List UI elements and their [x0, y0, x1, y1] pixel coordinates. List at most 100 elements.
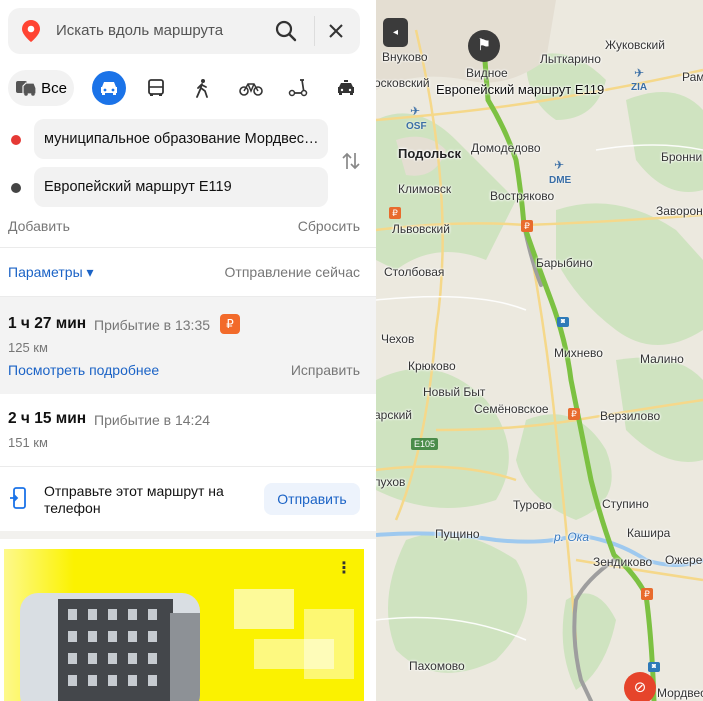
route-fix-link[interactable]: Исправить [291, 362, 360, 378]
map-label: Кашира [627, 526, 671, 540]
to-field[interactable]: Европейский маршрут E119 [34, 167, 328, 207]
ad-image [20, 593, 200, 701]
rail-station-icon: ◙ [557, 317, 569, 327]
map-view[interactable]: ◂ ⚑ ⊘ осковский Внуково Видное Европейск… [376, 0, 703, 701]
mode-bus-button[interactable] [142, 70, 170, 106]
map-label: Зендиково [593, 555, 653, 569]
car-icon [101, 82, 117, 95]
route-point-to[interactable]: Европейский маршрут E119 [8, 167, 368, 207]
bicycle-icon [239, 83, 263, 96]
divider [0, 247, 376, 248]
route-start-pin-icon[interactable]: ⚑ [468, 30, 500, 62]
toll-road-icon: ₽ [220, 314, 240, 334]
route-option-1[interactable]: 1 ч 27 мин Прибытие в 13:35 ₽ 125 км Пос… [0, 297, 376, 394]
toll-marker-icon: ₽ [568, 408, 580, 420]
add-point-button[interactable]: Добавить [8, 218, 70, 234]
map-label: Михнево [554, 346, 603, 360]
map-label: Семёновское [474, 402, 549, 416]
mode-taxi-button[interactable] [332, 70, 360, 106]
mode-bike-button[interactable] [236, 70, 266, 106]
location-pin-icon [22, 20, 40, 42]
map-label: Домодедово [471, 141, 541, 155]
map-label: Малино [640, 352, 684, 366]
route-duration: 1 ч 27 мин [8, 315, 87, 332]
all-modes-icon [16, 81, 37, 96]
toll-marker-icon: ₽ [521, 220, 533, 232]
airport-icon: ✈ [410, 104, 421, 118]
taxi-icon [338, 80, 354, 95]
map-label: арский [376, 408, 413, 422]
route-duration: 2 ч 15 мин [8, 410, 87, 427]
end-dot-icon [11, 183, 21, 193]
parameters-button[interactable]: Параметры ▾ [8, 264, 94, 281]
mode-walk-button[interactable] [188, 70, 216, 106]
mode-car-button[interactable] [92, 71, 126, 105]
ad-menu-icon[interactable]: ⋮ [336, 561, 352, 577]
map-label: Видное [466, 66, 508, 80]
airport-label: OSF [406, 121, 427, 132]
river-label: р. Ока [554, 530, 590, 544]
route-actions: Добавить Сбросить [8, 218, 360, 234]
map-label: Рам [682, 70, 703, 84]
map-label: Мордвес [657, 686, 703, 700]
route-distance: 151 км [8, 435, 48, 450]
map-label: осковский [376, 76, 430, 90]
map-label: Внуково [382, 50, 428, 64]
mode-scooter-button[interactable] [284, 70, 312, 106]
route-end-pin-icon[interactable]: ⊘ [624, 672, 656, 701]
map-canvas [376, 0, 703, 701]
walking-icon [196, 79, 208, 98]
map-label: Ожере [665, 553, 703, 567]
rail-station-icon: ◙ [648, 662, 660, 672]
route-option-2[interactable]: 2 ч 15 мин Прибытие в 14:24 151 км [0, 395, 376, 465]
map-label: Ступино [602, 497, 649, 511]
map-label: Бронни [661, 150, 703, 164]
advertisement[interactable]: ⋮ [4, 549, 364, 701]
map-label: Лыткарино [540, 52, 601, 66]
airport-label: DME [549, 175, 572, 186]
map-label: Верзилово [600, 409, 661, 423]
building-image [58, 599, 173, 701]
close-icon[interactable] [324, 19, 348, 43]
map-label: Крюково [408, 359, 456, 373]
phone-send-icon [10, 487, 26, 509]
divider [314, 16, 315, 46]
map-label: Климовск [398, 182, 452, 196]
toll-marker-icon: ₽ [389, 207, 401, 219]
building-image [170, 613, 200, 701]
collapse-panel-button[interactable]: ◂ [383, 18, 408, 47]
route-distance: 125 км [8, 340, 48, 355]
swap-points-icon[interactable] [340, 150, 362, 172]
divider [0, 531, 376, 539]
start-dot-icon [11, 135, 21, 145]
map-label: Турово [513, 498, 552, 512]
departure-time-button[interactable]: Отправление сейчас [225, 264, 360, 280]
send-to-phone: Отправьте этот маршрут на телефон Отправ… [0, 467, 376, 529]
search-bar[interactable]: Искать вдоль маршрута [8, 8, 360, 54]
route-point-from[interactable]: муниципальное образование Мордвес… [8, 119, 368, 159]
bus-icon [148, 79, 164, 96]
airport-label: ZIA [631, 82, 648, 93]
map-label: Чехов [381, 332, 415, 346]
map-label: Барыбино [536, 256, 593, 270]
search-input[interactable]: Искать вдоль маршрута [56, 22, 223, 39]
map-label: Новый Быт [423, 385, 486, 399]
map-label: Востряково [490, 189, 555, 203]
from-field[interactable]: муниципальное образование Мордвес… [34, 119, 328, 159]
send-to-phone-text: Отправьте этот маршрут на телефон [44, 483, 224, 516]
mode-all-label: Все [41, 79, 67, 97]
destination-label: Европейский маршрут E119 [436, 82, 605, 97]
send-button[interactable]: Отправить [264, 483, 360, 515]
transport-modes: Все [8, 70, 368, 108]
map-label: пухов [376, 475, 406, 489]
reset-button[interactable]: Сбросить [298, 218, 360, 234]
mode-all-button[interactable]: Все [8, 70, 74, 106]
map-label: Пущино [435, 527, 480, 541]
route-details-link[interactable]: Посмотреть подробнее [8, 362, 159, 378]
map-label: Львовский [392, 222, 450, 236]
route-panel: Искать вдоль маршрута Все муниципальное … [0, 0, 376, 701]
highway-shield: E105 [411, 438, 439, 450]
map-label: Столбовая [384, 265, 445, 279]
map-label: Подольск [398, 146, 461, 161]
search-icon[interactable] [274, 19, 298, 43]
